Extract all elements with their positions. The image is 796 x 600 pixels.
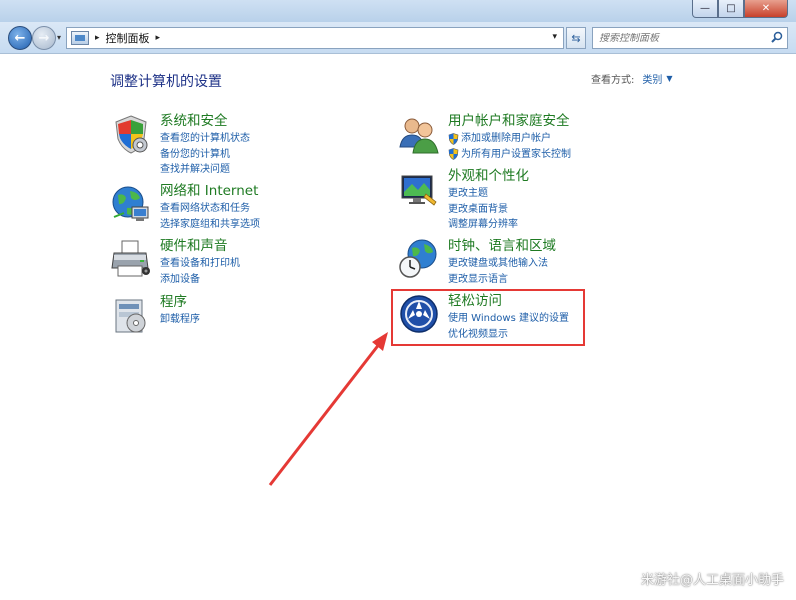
link-change-theme[interactable]: 更改主题 [448,186,529,202]
category-clock-language: 时钟、语言和区域 更改键盘或其他输入法 更改显示语言 [398,238,556,287]
refresh-button[interactable]: ⇆ [566,27,586,49]
category-hardware-sound: 硬件和声音 查看设备和打印机 添加设备 [110,238,240,287]
clock-globe-icon[interactable] [398,238,440,280]
maximize-button[interactable]: □ [718,0,744,18]
link-change-background[interactable]: 更改桌面背景 [448,202,529,218]
link-homegroup-sharing[interactable]: 选择家庭组和共享选项 [160,217,260,233]
search-box[interactable] [592,27,788,49]
link-change-keyboard[interactable]: 更改键盘或其他输入法 [448,256,556,272]
navigation-bar: ← → ▾ ▸ 控制面板 ▸ ▾ ⇆ [0,22,796,54]
annotation-highlight-box [391,289,585,346]
category-system-security: 系统和安全 查看您的计算机状态 备份您的计算机 查找并解决问题 [110,113,250,178]
view-by-control: 查看方式: 类别 ▼ [591,71,673,86]
link-add-remove-accounts-label[interactable]: 添加或删除用户帐户 [461,131,551,147]
category-title-user-accounts[interactable]: 用户帐户和家庭安全 [448,113,571,130]
uac-shield-icon [448,148,459,161]
link-devices-printers[interactable]: 查看设备和打印机 [160,256,240,272]
category-programs: 程序 卸载程序 [110,294,200,336]
link-parental-controls[interactable]: 为所有用户设置家长控制 [448,147,571,163]
category-appearance: 外观和个性化 更改主题 更改桌面背景 调整屏幕分辨率 [398,168,529,233]
category-title-clock-language[interactable]: 时钟、语言和区域 [448,238,556,255]
category-title-appearance[interactable]: 外观和个性化 [448,168,529,185]
page-title: 调整计算机的设置 [110,74,222,90]
breadcrumb-separator[interactable]: ▸ [156,33,161,43]
link-screen-resolution[interactable]: 调整屏幕分辨率 [448,217,529,233]
address-dropdown-button[interactable]: ▾ [552,32,557,42]
link-parental-controls-label[interactable]: 为所有用户设置家长控制 [461,147,571,163]
back-button[interactable]: ← [8,26,32,50]
control-panel-icon [71,31,89,45]
uac-shield-icon [448,132,459,145]
link-add-device[interactable]: 添加设备 [160,272,240,288]
search-input[interactable] [593,32,765,44]
control-panel-content: 调整计算机的设置 查看方式: 类别 ▼ 系统和安全 查看您的计算机状态 备份您的… [0,55,796,600]
close-button[interactable]: ✕ [744,0,788,18]
link-add-remove-accounts[interactable]: 添加或删除用户帐户 [448,131,571,147]
address-bar[interactable]: ▸ 控制面板 ▸ ▾ [66,27,564,49]
view-by-dropdown[interactable]: 类别 [642,71,662,86]
chevron-down-icon[interactable]: ▼ [666,74,672,83]
category-title-programs[interactable]: 程序 [160,294,200,311]
breadcrumb-control-panel[interactable]: 控制面板 [106,30,150,46]
category-user-accounts: 用户帐户和家庭安全 添加或删除用户帐户 为所有用户设置家长控制 [398,113,571,162]
category-title-network-internet[interactable]: 网络和 Internet [160,183,260,200]
view-by-label: 查看方式: [591,75,635,86]
recent-pages-dropdown[interactable]: ▾ [57,33,61,42]
link-backup-computer[interactable]: 备份您的计算机 [160,147,250,163]
link-display-language[interactable]: 更改显示语言 [448,272,556,288]
category-network-internet: 网络和 Internet 查看网络状态和任务 选择家庭组和共享选项 [110,183,260,232]
watermark-text: 米游社@人工桌面小助手 [640,573,784,588]
window-titlebar[interactable]: — □ ✕ [0,0,796,22]
link-network-status[interactable]: 查看网络状态和任务 [160,201,260,217]
users-icon[interactable] [398,113,440,155]
forward-button[interactable]: → [32,26,56,50]
link-uninstall-program[interactable]: 卸载程序 [160,312,200,328]
shield-security-icon[interactable] [110,113,152,155]
category-title-system-security[interactable]: 系统和安全 [160,113,250,130]
search-icon[interactable] [771,31,783,43]
window-controls: — □ ✕ [692,0,788,18]
programs-icon[interactable] [110,294,152,336]
printer-icon[interactable] [110,238,152,280]
category-title-hardware-sound[interactable]: 硬件和声音 [160,238,240,255]
breadcrumb-separator[interactable]: ▸ [95,33,100,43]
link-find-fix-problems[interactable]: 查找并解决问题 [160,162,250,178]
network-globe-icon[interactable] [110,183,152,225]
appearance-monitor-icon[interactable] [398,168,440,210]
minimize-button[interactable]: — [692,0,718,18]
link-view-computer-status[interactable]: 查看您的计算机状态 [160,131,250,147]
